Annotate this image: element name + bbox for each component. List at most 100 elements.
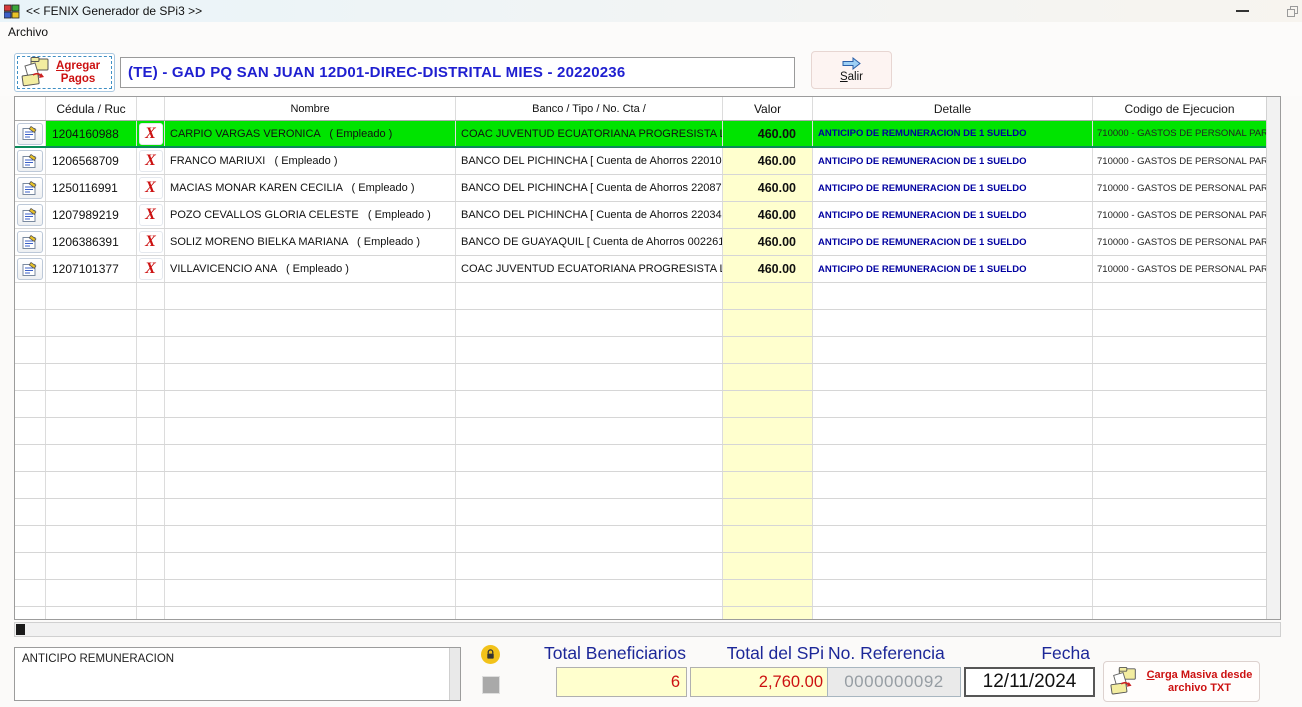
nombre-cell: FRANCO MARIUXI ( Empleado ) (165, 148, 456, 174)
delete-cell: X (137, 175, 165, 201)
fecha-field[interactable]: 12/11/2024 (964, 667, 1095, 697)
edit-row-button[interactable] (17, 204, 43, 226)
delete-row-button[interactable]: X (139, 150, 163, 172)
salir-button[interactable]: Salir (811, 51, 892, 89)
edit-cell (15, 121, 46, 146)
fecha-label: Fecha (960, 643, 1090, 664)
header-nombre[interactable]: Nombre (165, 97, 456, 120)
edit-icon (22, 235, 38, 250)
banco-cell: BANCO DEL PICHINCHA [ Cuenta de Ahorros … (456, 202, 723, 228)
fecha-value: 12/11/2024 (983, 671, 1077, 693)
edit-row-button[interactable] (17, 150, 43, 172)
empty-table-row[interactable] (15, 364, 1267, 391)
grid-body: 1204160988 X CARPIO VARGAS VERONICA ( Em… (15, 121, 1267, 619)
empty-table-row[interactable] (15, 607, 1267, 619)
empty-table-row[interactable] (15, 580, 1267, 607)
nombre-cell: POZO CEVALLOS GLORIA CELESTE ( Empleado … (165, 202, 456, 228)
codigo-cell: 710000 - GASTOS DE PERSONAL PARA INVERSI (1093, 202, 1267, 228)
valor-cell: 460.00 (723, 121, 813, 146)
detalle-cell: ANTICIPO DE REMUNERACION DE 1 SUELDO (813, 148, 1093, 174)
header-detalle[interactable]: Detalle (813, 97, 1093, 120)
agregar-pagos-label: Agregar Pagos (56, 60, 100, 86)
cedula-cell: 1207101377 (46, 256, 137, 282)
menu-bar: Archivo (0, 22, 1302, 42)
app-window-icon (4, 4, 20, 19)
empty-table-row[interactable] (15, 391, 1267, 418)
table-row[interactable]: 1204160988 X CARPIO VARGAS VERONICA ( Em… (15, 121, 1267, 148)
payments-grid: Cédula / Ruc Nombre Banco / Tipo / No. C… (14, 96, 1281, 620)
delete-row-button[interactable]: X (139, 258, 163, 280)
delete-row-button[interactable]: X (139, 231, 163, 253)
empty-table-row[interactable] (15, 283, 1267, 310)
codigo-cell: 710000 - GASTOS DE PERSONAL PARA INVERSI (1093, 229, 1267, 255)
empty-table-row[interactable] (15, 445, 1267, 472)
delete-cell: X (137, 256, 165, 282)
horizontal-scrollbar-thumb[interactable] (16, 624, 25, 635)
edit-row-button[interactable] (17, 258, 43, 280)
nombre-cell: CARPIO VARGAS VERONICA ( Empleado ) (165, 121, 456, 146)
window-title: << FENIX Generador de SPi3 >> (26, 4, 202, 18)
edit-cell (15, 256, 46, 282)
entity-title-field[interactable]: (TE) - GAD PQ SAN JUAN 12D01-DIREC-DISTR… (120, 57, 795, 88)
header-delete-col (137, 97, 165, 120)
folder-add-icon (19, 56, 53, 90)
detalle-cell: ANTICIPO DE REMUNERACION DE 1 SUELDO (813, 121, 1093, 146)
menu-archivo[interactable]: Archivo (0, 22, 56, 42)
table-row[interactable]: 1207101377 X VILLAVICENCIO ANA ( Emplead… (15, 256, 1267, 283)
detalle-cell: ANTICIPO DE REMUNERACION DE 1 SUELDO (813, 256, 1093, 282)
empty-table-row[interactable] (15, 472, 1267, 499)
detalle-cell: ANTICIPO DE REMUNERACION DE 1 SUELDO (813, 202, 1093, 228)
nota-scrollbar[interactable] (449, 648, 460, 700)
edit-row-button[interactable] (17, 177, 43, 199)
nombre-cell: MACIAS MONAR KAREN CECILIA ( Empleado ) (165, 175, 456, 201)
empty-table-row[interactable] (15, 499, 1267, 526)
codigo-cell: 710000 - GASTOS DE PERSONAL PARA INVERSI (1093, 256, 1267, 282)
header-valor[interactable]: Valor (723, 97, 813, 120)
entity-title-text: (TE) - GAD PQ SAN JUAN 12D01-DIREC-DISTR… (128, 64, 625, 81)
table-row[interactable]: 1206568709 X FRANCO MARIUXI ( Empleado )… (15, 148, 1267, 175)
header-cedula[interactable]: Cédula / Ruc (46, 97, 137, 120)
cedula-cell: 1207989219 (46, 202, 137, 228)
total-spi-value: 2,760.00 (759, 673, 823, 692)
delete-cell: X (137, 121, 165, 146)
table-row[interactable]: 1206386391 X SOLIZ MORENO BIELKA MARIANA… (15, 229, 1267, 256)
empty-table-row[interactable] (15, 526, 1267, 553)
folder-load-icon (1108, 665, 1140, 699)
codigo-cell: 710000 - GASTOS DE PERSONAL PARA INVERSI (1093, 121, 1267, 146)
header-codigo[interactable]: Codigo de Ejecucion (1093, 97, 1267, 120)
cedula-cell: 1206568709 (46, 148, 137, 174)
delete-row-button[interactable]: X (139, 177, 163, 199)
nota-text: ANTICIPO REMUNERACION (22, 653, 174, 665)
empty-table-row[interactable] (15, 310, 1267, 337)
valor-cell: 460.00 (723, 148, 813, 174)
status-square[interactable] (482, 676, 500, 694)
vertical-scrollbar[interactable] (1266, 97, 1280, 619)
delete-row-button[interactable]: X (139, 123, 163, 145)
lock-icon (481, 645, 500, 664)
restore-icon[interactable] (1287, 6, 1298, 17)
edit-row-button[interactable] (17, 123, 43, 145)
total-beneficiarios-value: 6 (671, 673, 680, 692)
grid-header: Cédula / Ruc Nombre Banco / Tipo / No. C… (15, 97, 1267, 121)
valor-cell: 460.00 (723, 256, 813, 282)
delete-icon: X (145, 180, 156, 196)
header-banco[interactable]: Banco / Tipo / No. Cta / (456, 97, 723, 120)
detalle-cell: ANTICIPO DE REMUNERACION DE 1 SUELDO (813, 175, 1093, 201)
total-beneficiarios-field: 6 (556, 667, 687, 697)
delete-row-button[interactable]: X (139, 204, 163, 226)
empty-table-row[interactable] (15, 418, 1267, 445)
valor-cell: 460.00 (723, 202, 813, 228)
minimize-icon[interactable] (1236, 10, 1249, 12)
horizontal-scrollbar[interactable] (14, 622, 1281, 637)
edit-row-button[interactable] (17, 231, 43, 253)
nota-textarea[interactable]: ANTICIPO REMUNERACION (14, 647, 461, 701)
carga-masiva-button[interactable]: Carga Masiva desde archivo TXT (1103, 661, 1260, 702)
title-bar: << FENIX Generador de SPi3 >> (0, 0, 1302, 22)
empty-table-row[interactable] (15, 337, 1267, 364)
empty-table-row[interactable] (15, 553, 1267, 580)
banco-cell: COAC JUVENTUD ECUATORIANA PROGRESISTA LT… (456, 256, 723, 282)
table-row[interactable]: 1207989219 X POZO CEVALLOS GLORIA CELEST… (15, 202, 1267, 229)
table-row[interactable]: 1250116991 X MACIAS MONAR KAREN CECILIA … (15, 175, 1267, 202)
agregar-pagos-button[interactable]: Agregar Pagos (14, 53, 115, 92)
edit-cell (15, 148, 46, 174)
